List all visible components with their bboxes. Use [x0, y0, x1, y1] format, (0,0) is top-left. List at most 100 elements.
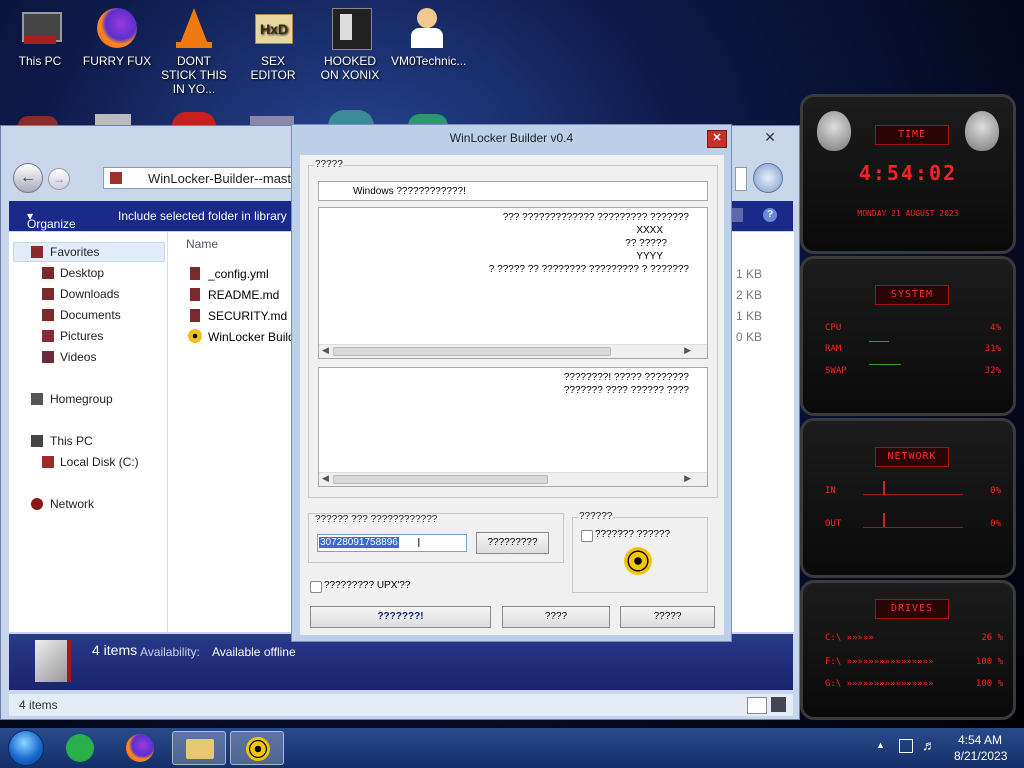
- drive-g-label: G:\ »»»»»»»»»»»»»»»»: [825, 679, 934, 689]
- back-button[interactable]: ←: [13, 163, 43, 193]
- file-size: 0 KB: [736, 330, 763, 344]
- message2-hscrollbar[interactable]: ◀ ▶: [319, 472, 707, 486]
- scroll-right-arrow[interactable]: ▶: [684, 345, 691, 356]
- desktop-icon-label: VM0Technic...: [391, 54, 467, 68]
- winlocker-dialog: WinLocker Builder v0.4 ✕ ????? Windows ?…: [291, 124, 732, 642]
- nav-this-pc[interactable]: This PC: [50, 434, 93, 448]
- help-icon[interactable]: ?: [763, 208, 777, 222]
- view-icon[interactable]: [731, 208, 743, 222]
- navigation-pane: Favorites Desktop Downloads Documents Pi…: [9, 232, 167, 632]
- scroll-thumb[interactable]: [333, 347, 611, 356]
- explorer-close-button[interactable]: ✕: [757, 129, 783, 145]
- start-button[interactable]: [8, 730, 44, 766]
- details-count: 4 items: [92, 642, 138, 658]
- caption-text: Windows ????????????!: [353, 186, 466, 197]
- taskbar-firefox-icon[interactable]: [126, 734, 154, 762]
- folder-icon: [186, 739, 214, 759]
- scroll-left-arrow[interactable]: ◀: [322, 473, 329, 484]
- upx-checkbox-label: ????????? UPX'??: [324, 580, 411, 591]
- nav-pictures[interactable]: Pictures: [60, 329, 103, 343]
- nav-videos[interactable]: Videos: [60, 350, 96, 364]
- include-in-library-button[interactable]: Include selected folder in library: [118, 209, 287, 223]
- large-icons-view-icon[interactable]: [771, 697, 786, 712]
- drive-f-value: 100 %: [975, 657, 1003, 667]
- desktop-icon-sex-editor[interactable]: HxD SEX EDITOR: [237, 6, 309, 82]
- tray-expand-icon[interactable]: ▲: [876, 740, 885, 750]
- details-availability-label: Availability:: [140, 645, 200, 659]
- details-view-icon[interactable]: [747, 697, 767, 714]
- taskbar-notes-icon[interactable]: [66, 734, 94, 762]
- file-icon: [190, 288, 200, 301]
- ram-graph: [869, 341, 889, 342]
- radiation-icon: [188, 329, 202, 343]
- time-gadget: TIME 4:54:02 MONDAY 21 AUGUST 2023: [800, 94, 1016, 254]
- in-label: IN: [825, 486, 836, 496]
- drives-title: DRIVES: [875, 599, 949, 619]
- scroll-thumb[interactable]: [333, 475, 548, 484]
- build-button[interactable]: ???????!: [310, 606, 491, 628]
- generate-code-button[interactable]: ?????????: [476, 532, 549, 554]
- message-textbox[interactable]: ??? ????????????? ????????? ??????? XXXX…: [318, 207, 708, 359]
- folder-thumbnail-icon: [35, 640, 71, 682]
- dialog-button-3[interactable]: ?????: [620, 606, 715, 628]
- details-availability-value: Available offline: [212, 645, 296, 659]
- nav-homegroup[interactable]: Homegroup: [50, 392, 113, 406]
- tray-time[interactable]: 4:54 AM: [958, 733, 1002, 747]
- dialog-title: WinLocker Builder v0.4: [449, 131, 574, 145]
- drives-gadget: DRIVES C:\ »»»»» 26 % F:\ »»»»»»»»»»»»»»…: [800, 580, 1016, 720]
- right-checkbox[interactable]: [581, 530, 593, 542]
- file-icon: [190, 309, 200, 322]
- upx-checkbox[interactable]: [310, 581, 322, 593]
- tray-date[interactable]: 8/21/2023: [954, 749, 1007, 763]
- dialog-close-button[interactable]: ✕: [707, 130, 727, 148]
- message2-textbox[interactable]: ????????! ????? ???????? ??????? ???? ??…: [318, 367, 708, 487]
- network-tray-icon[interactable]: [899, 739, 913, 753]
- file-name: README.md: [208, 288, 280, 302]
- code-group-label: ?????? ??? ????????????: [314, 514, 439, 525]
- desktop-icon-partial[interactable]: [172, 112, 216, 126]
- desktop-icon-dont-stick[interactable]: DONT STICK THIS IN YO...: [158, 6, 230, 96]
- taskbar-explorer-icon[interactable]: [172, 731, 226, 765]
- desktop-icon-vm0technic[interactable]: VM0Technic...: [391, 6, 467, 68]
- nav-local-disk[interactable]: Local Disk (C:): [60, 455, 139, 469]
- search-icon[interactable]: [753, 163, 783, 193]
- desktop-icon-label: HOOKED ON XONIX: [320, 54, 380, 82]
- nav-desktop[interactable]: Desktop: [60, 266, 104, 280]
- system-title: SYSTEM: [875, 285, 949, 305]
- nav-downloads[interactable]: Downloads: [60, 287, 119, 301]
- pictures-icon: [42, 330, 54, 342]
- scroll-right-arrow[interactable]: ▶: [684, 473, 691, 484]
- desktop-icon-hooked-on-xonix[interactable]: HOOKED ON XONIX: [314, 6, 386, 82]
- address-bar[interactable]: WinLocker-Builder--mast: [103, 167, 303, 189]
- folder-icon: [110, 172, 122, 184]
- search-box[interactable]: [735, 167, 747, 191]
- network-title: NETWORK: [875, 447, 949, 467]
- cpu-value: 4%: [990, 323, 1001, 333]
- taskbar-winlocker-icon[interactable]: [230, 731, 284, 765]
- scroll-left-arrow[interactable]: ◀: [322, 345, 329, 356]
- text-cursor-icon: I: [417, 535, 421, 550]
- message-hscrollbar[interactable]: ◀ ▶: [319, 344, 707, 358]
- desktop-icon-this-pc[interactable]: This PC: [4, 6, 76, 68]
- cpu-label: CPU: [825, 323, 842, 333]
- file-size: 2 KB: [736, 288, 763, 302]
- forward-button[interactable]: →: [48, 168, 70, 190]
- caption-textbox[interactable]: Windows ????????????!: [318, 181, 708, 201]
- organize-button[interactable]: Organize ▾: [27, 209, 76, 231]
- code-input[interactable]: 30728091758896: [317, 534, 467, 552]
- desktop-icon-furry-fux[interactable]: FURRY FUX: [81, 6, 153, 68]
- desktop-icon: [42, 267, 54, 279]
- nav-documents[interactable]: Documents: [60, 308, 121, 322]
- status-bar: 4 items: [9, 694, 793, 716]
- column-header-name[interactable]: Name: [186, 237, 218, 251]
- dialog-body: ????? Windows ????????????! ??? ????????…: [300, 155, 724, 635]
- dialog-button-2[interactable]: ????: [502, 606, 610, 628]
- swap-graph: [869, 364, 901, 365]
- file-size: 1 KB: [736, 309, 763, 323]
- message2-line: ??????? ???? ?????? ????: [563, 385, 689, 396]
- volume-tray-icon[interactable]: ♬: [922, 737, 936, 753]
- this-pc-icon: [18, 6, 62, 50]
- nav-network[interactable]: Network: [50, 497, 94, 511]
- nav-favorites[interactable]: Favorites: [50, 245, 99, 259]
- details-pane: 4 items Availability: Available offline: [9, 634, 793, 690]
